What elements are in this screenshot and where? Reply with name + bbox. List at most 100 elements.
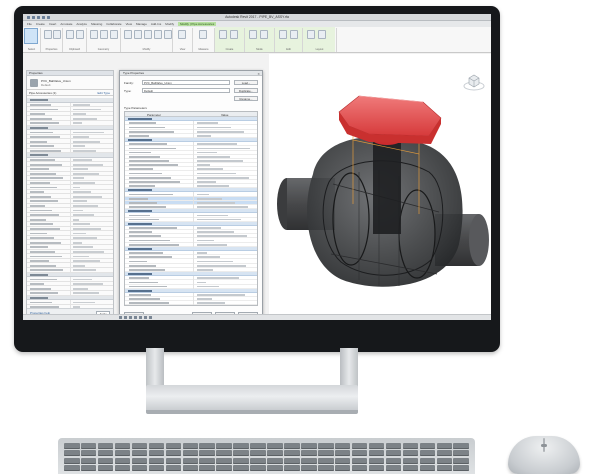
measure-icon[interactable] — [199, 30, 207, 39]
parameter-value[interactable] — [197, 122, 218, 125]
crop-icon[interactable] — [144, 316, 147, 319]
parameter-value[interactable] — [197, 181, 216, 183]
tab-massing[interactable]: Massing — [91, 22, 102, 26]
edit-family-icon[interactable] — [249, 30, 257, 39]
type-parameters-grid[interactable]: Parameter Value — [124, 111, 258, 306]
property-value[interactable] — [73, 136, 89, 138]
tab-file[interactable]: File — [27, 22, 32, 26]
parameter-value[interactable] — [197, 143, 237, 146]
void-icon[interactable] — [110, 30, 118, 39]
property-value[interactable] — [73, 113, 86, 115]
hide-icon[interactable] — [178, 30, 186, 39]
property-value[interactable] — [73, 292, 99, 295]
parameter-value[interactable] — [197, 260, 233, 263]
rotate-icon[interactable] — [164, 30, 172, 39]
edit-sketch-icon[interactable] — [279, 30, 287, 39]
property-value[interactable] — [73, 103, 90, 106]
property-value[interactable] — [73, 131, 104, 134]
sun-path-icon[interactable] — [134, 316, 137, 319]
parameter-value[interactable] — [197, 252, 207, 254]
reset-icon[interactable] — [290, 30, 298, 39]
3d-viewport[interactable] — [269, 54, 491, 316]
parameter-value[interactable] — [197, 197, 222, 200]
property-value[interactable] — [73, 283, 103, 285]
pick-icon[interactable] — [260, 30, 268, 39]
tab-create[interactable]: Create — [36, 22, 45, 26]
parameter-value[interactable] — [197, 134, 211, 137]
filter-dropdown[interactable]: Pipe Accessories (1) — [29, 91, 56, 95]
tab-collaborate[interactable]: Collaborate — [106, 22, 121, 26]
parameter-value[interactable] — [197, 193, 209, 196]
copy-icon[interactable] — [76, 30, 84, 39]
parameter-value[interactable] — [197, 176, 249, 179]
property-value[interactable] — [73, 117, 97, 120]
property-value[interactable] — [73, 214, 94, 217]
join-icon[interactable] — [90, 30, 98, 39]
property-value[interactable] — [73, 250, 104, 253]
tab-modify[interactable]: Modify — [165, 22, 174, 26]
offset-icon[interactable] — [134, 30, 142, 39]
property-value[interactable] — [73, 301, 95, 304]
shadows-icon[interactable] — [139, 316, 142, 319]
property-value[interactable] — [73, 172, 99, 175]
detail-level-icon[interactable] — [124, 316, 127, 319]
parameter-value[interactable] — [197, 201, 235, 204]
property-value[interactable] — [73, 186, 80, 189]
parameter-value[interactable] — [197, 160, 243, 162]
property-value[interactable] — [73, 191, 91, 194]
parameter-value[interactable] — [197, 151, 217, 154]
property-value[interactable] — [73, 218, 79, 221]
move-icon[interactable] — [154, 30, 162, 39]
tab-annotate[interactable]: Annotate — [60, 22, 72, 26]
parameter-value[interactable] — [197, 168, 223, 171]
instance-properties-list[interactable] — [27, 98, 113, 310]
load-button[interactable]: Load... — [234, 80, 258, 85]
property-value[interactable] — [73, 122, 82, 125]
parameter-value[interactable] — [197, 227, 221, 229]
property-value[interactable] — [73, 159, 92, 161]
property-value[interactable] — [73, 287, 88, 290]
property-value[interactable] — [73, 145, 85, 148]
parameter-value[interactable] — [197, 231, 234, 234]
parameter-value[interactable] — [197, 268, 213, 271]
type-properties-icon[interactable] — [53, 30, 61, 39]
property-value[interactable] — [73, 232, 86, 235]
property-value[interactable] — [73, 149, 96, 152]
parameter-value[interactable] — [197, 243, 227, 246]
property-value[interactable] — [73, 195, 102, 198]
group-icon[interactable] — [230, 30, 238, 39]
view-cube-icon[interactable] — [463, 70, 485, 92]
property-value[interactable] — [73, 264, 85, 267]
parameter-value[interactable] — [197, 130, 244, 133]
edit-type-button[interactable]: Edit Type — [98, 91, 110, 95]
parameter-value[interactable] — [197, 294, 245, 296]
create-similar-icon[interactable] — [219, 30, 227, 39]
parameter-value[interactable] — [197, 185, 229, 187]
property-value[interactable] — [73, 260, 100, 262]
property-value[interactable] — [73, 241, 82, 244]
tab-insert[interactable]: Insert — [49, 22, 57, 26]
mirror-icon[interactable] — [144, 30, 152, 39]
parameter-value[interactable] — [197, 126, 231, 129]
cut-icon[interactable] — [100, 30, 108, 39]
family-dropdown[interactable]: PVC_BallValve_Union — [142, 80, 230, 85]
parameter-value[interactable] — [197, 206, 248, 208]
property-value[interactable] — [73, 163, 103, 166]
view-control-bar[interactable] — [119, 316, 152, 319]
parameter-value[interactable] — [197, 281, 206, 284]
parameter-value[interactable] — [197, 239, 214, 242]
property-value[interactable] — [73, 108, 101, 111]
properties-icon[interactable] — [44, 30, 52, 39]
property-value[interactable] — [73, 205, 98, 207]
parameter-value[interactable] — [197, 256, 220, 259]
close-icon[interactable]: ✕ — [257, 72, 260, 76]
parameter-value[interactable] — [197, 147, 250, 150]
type-selector[interactable]: PVC_BallValve_Union Default — [27, 76, 113, 90]
property-value[interactable] — [73, 228, 101, 230]
parameter-value[interactable] — [197, 218, 241, 221]
parameter-value[interactable] — [197, 285, 219, 288]
property-value[interactable] — [73, 168, 88, 171]
tab-manage[interactable]: Manage — [136, 22, 147, 26]
scale-icon[interactable] — [119, 316, 122, 319]
property-value[interactable] — [73, 246, 93, 249]
